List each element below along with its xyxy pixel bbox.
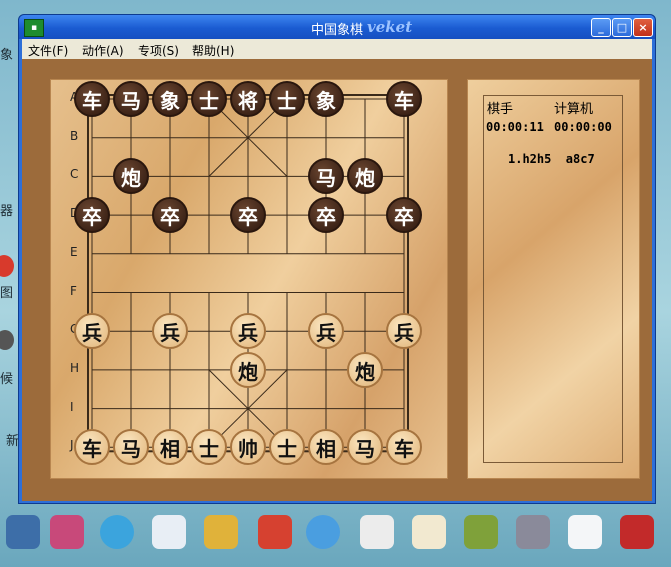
taskbar-settings-icon[interactable] xyxy=(568,515,602,549)
taskbar-paint-icon[interactable] xyxy=(464,515,498,549)
piece-black[interactable]: 马 xyxy=(113,81,149,117)
player-timer: 00:00:11 xyxy=(486,120,544,134)
desktop-icon-label[interactable]: 候 xyxy=(0,368,13,387)
window-title: 中国象棋 xyxy=(310,23,363,38)
close-button[interactable]: × xyxy=(633,18,653,37)
player-label: 棋手 xyxy=(487,102,514,117)
piece-black[interactable]: 卒 xyxy=(74,197,110,234)
piece-black[interactable]: 士 xyxy=(191,81,227,117)
row-label: J xyxy=(70,438,74,453)
piece-red[interactable]: 炮 xyxy=(347,351,383,388)
desktop-app-icon[interactable] xyxy=(0,255,14,277)
taskbar-notes-icon[interactable] xyxy=(412,515,446,549)
piece-black[interactable]: 卒 xyxy=(230,197,266,234)
app-window: ▪ 中国象棋 veket _ □ × 文件(F) 动作(A) 专项(S) 帮助(… xyxy=(18,14,656,504)
taskbar-help-icon[interactable] xyxy=(620,515,654,549)
piece-black[interactable]: 士 xyxy=(269,81,305,117)
piece-red[interactable]: 兵 xyxy=(152,313,188,350)
desktop-icon-label[interactable]: 器 xyxy=(0,200,13,219)
client-area: ABCDEFGHIJ 车马象士将士象车炮马炮卒卒卒卒卒兵兵兵兵兵炮炮车马相士帅士… xyxy=(22,59,652,501)
taskbar-media-icon[interactable] xyxy=(204,515,238,549)
menu-bar: 文件(F) 动作(A) 专项(S) 帮助(H) xyxy=(22,39,652,59)
piece-red[interactable]: 兵 xyxy=(74,313,110,350)
row-label: C xyxy=(70,167,79,182)
menu-special[interactable]: 专项(S) xyxy=(138,42,179,59)
row-label: F xyxy=(70,283,77,298)
taskbar-editor-icon[interactable] xyxy=(152,515,186,549)
piece-black[interactable]: 车 xyxy=(386,81,422,117)
computer-timer: 00:00:00 xyxy=(554,120,612,134)
taskbar-tools-icon[interactable] xyxy=(258,515,292,549)
desktop-icon-label[interactable]: 图 xyxy=(0,282,13,301)
piece-black[interactable]: 象 xyxy=(152,81,188,117)
piece-black[interactable]: 象 xyxy=(308,81,344,117)
minimize-button[interactable]: _ xyxy=(591,18,611,37)
menu-file[interactable]: 文件(F) xyxy=(28,42,68,59)
piece-red[interactable]: 兵 xyxy=(308,313,344,350)
menu-action[interactable]: 动作(A) xyxy=(82,42,124,59)
taskbar-browser-icon[interactable] xyxy=(100,515,134,549)
row-label: E xyxy=(70,244,78,259)
row-label: I xyxy=(70,399,74,414)
taskbar-network-icon[interactable] xyxy=(516,515,550,549)
taskbar-photo-icon[interactable] xyxy=(50,515,84,549)
move-list: 1.h2h5 a8c7 xyxy=(508,152,595,166)
desktop-icon-label[interactable]: 象 xyxy=(0,44,13,63)
piece-black[interactable]: 将 xyxy=(230,81,266,117)
taskbar-document-icon[interactable] xyxy=(360,515,394,549)
desktop-app-icon[interactable] xyxy=(0,330,14,350)
row-label: H xyxy=(70,360,80,375)
piece-red[interactable]: 兵 xyxy=(230,313,266,350)
board-grid xyxy=(87,94,409,453)
title-bar[interactable]: ▪ 中国象棋 veket _ □ × xyxy=(19,15,655,39)
piece-red[interactable]: 炮 xyxy=(230,351,266,388)
row-label: B xyxy=(70,128,79,143)
piece-red[interactable]: 兵 xyxy=(386,313,422,350)
chess-board[interactable]: ABCDEFGHIJ 车马象士将士象车炮马炮卒卒卒卒卒兵兵兵兵兵炮炮车马相士帅士… xyxy=(50,79,448,479)
taskbar xyxy=(0,505,671,567)
taskbar-folder-icon[interactable] xyxy=(6,515,40,549)
piece-black[interactable]: 车 xyxy=(74,81,110,117)
computer-label: 计算机 xyxy=(554,102,594,117)
move-panel: 棋手 计算机 00:00:11 00:00:00 1.h2h5 a8c7 xyxy=(467,79,640,479)
menu-help[interactable]: 帮助(H) xyxy=(192,42,234,59)
move-record-box: 棋手 计算机 00:00:11 00:00:00 1.h2h5 a8c7 xyxy=(483,95,623,463)
maximize-button[interactable]: □ xyxy=(612,18,632,37)
piece-black[interactable]: 卒 xyxy=(152,197,188,234)
taskbar-chat-icon[interactable] xyxy=(306,515,340,549)
brand-watermark: veket xyxy=(367,18,413,36)
piece-black[interactable]: 卒 xyxy=(386,197,422,234)
piece-black[interactable]: 卒 xyxy=(308,197,344,234)
